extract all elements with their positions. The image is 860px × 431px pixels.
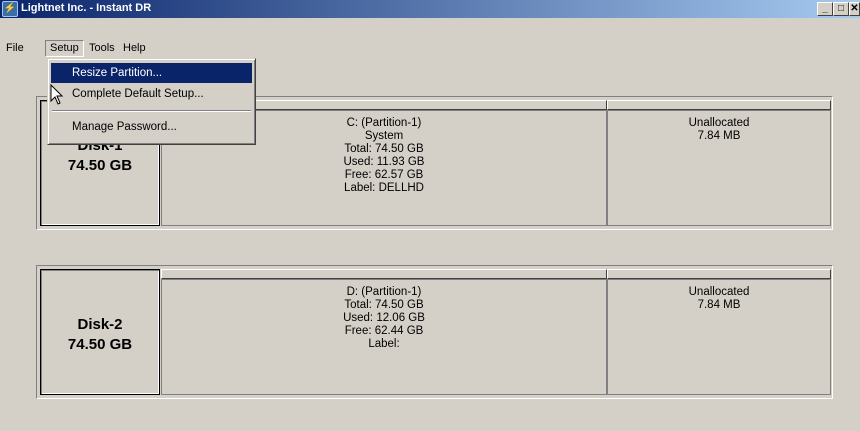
minimize-button[interactable]: _ [817,2,833,16]
partition-d-free: Free: 62.44 GB [344,325,424,337]
partition-d-total: Total: 74.50 GB [344,299,424,311]
unallocated-1[interactable]: Unallocated 7.84 MB [607,110,831,226]
disk-2-label-box[interactable]: Disk-2 74.50 GB [40,269,160,395]
menu-item-complete-default-setup[interactable]: Complete Default Setup... [51,84,252,104]
menu-file[interactable]: File [2,40,28,57]
partition-c-label: Label: DELLHD [344,182,424,194]
unallocated-1-size: 7.84 MB [697,130,741,142]
unallocated-2-title: Unallocated [688,286,750,298]
disk-2-name: Disk-2 [77,316,123,333]
disk-2-panel: Disk-2 74.50 GB D: (Partition-1) Total: … [36,265,833,399]
partition-d-label: Label: [368,338,400,350]
menu-item-manage-password[interactable]: Manage Password... [51,117,252,137]
menu-bar: File Setup Tools Help [0,38,860,58]
partition-d-used: Used: 12.06 GB [343,312,425,324]
unallocated-2[interactable]: Unallocated 7.84 MB [607,279,831,395]
partition-c-used: Used: 11.93 GB [343,156,425,168]
unallocated-2-header [607,269,831,279]
partition-d-name: D: (Partition-1) [346,286,422,298]
disk-2-size: 74.50 GB [67,336,133,353]
partition-c-free: Free: 62.57 GB [344,169,424,181]
menu-separator [52,110,251,112]
partition-d-header [161,269,607,279]
menu-item-resize-partition[interactable]: Resize Partition... [51,63,252,83]
close-button[interactable]: ✕ [849,2,860,16]
unallocated-1-header [607,100,831,110]
menu-help[interactable]: Help [119,40,150,57]
app-icon[interactable]: ⚡ [2,1,18,17]
title-bar[interactable]: ⚡ Lightnet Inc. - Instant DR _ □ ✕ [0,0,860,18]
partition-d[interactable]: D: (Partition-1) Total: 74.50 GB Used: 1… [161,279,607,395]
unallocated-1-title: Unallocated [688,117,750,129]
menu-tools[interactable]: Tools [85,40,119,57]
setup-menu-dropdown: Resize Partition... Complete Default Set… [47,58,256,145]
maximize-button[interactable]: □ [833,2,849,16]
mouse-pointer-icon [50,84,64,105]
window-title: Lightnet Inc. - Instant DR [21,2,152,14]
unallocated-2-size: 7.84 MB [697,299,741,311]
menu-setup[interactable]: Setup [45,40,84,57]
disk-1-size: 74.50 GB [67,157,133,174]
